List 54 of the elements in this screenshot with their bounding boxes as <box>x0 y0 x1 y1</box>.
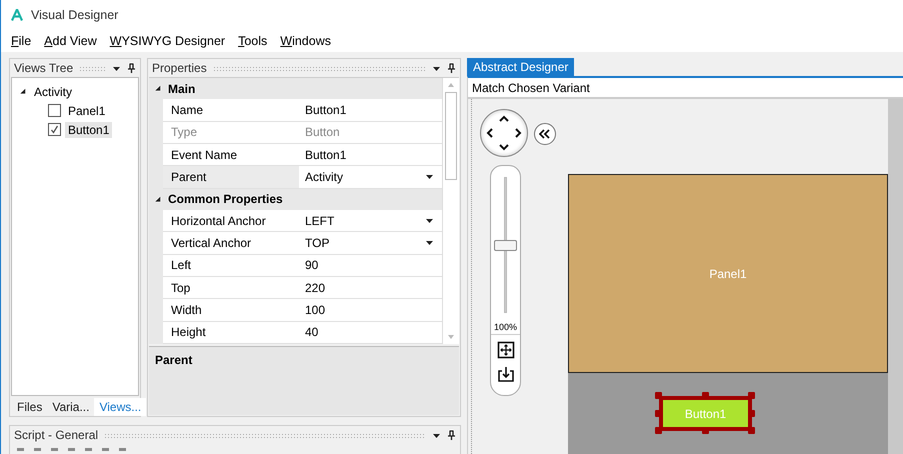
resize-handle[interactable] <box>655 410 662 416</box>
property-value: Button1 <box>305 102 346 117</box>
property-value: 220 <box>305 280 326 295</box>
category-label: Common Properties <box>168 192 283 206</box>
designer-tab[interactable]: Abstract Designer <box>467 58 574 76</box>
variant-dropdown[interactable]: Match Chosen Variant <box>468 78 903 99</box>
pane-title: Script - General <box>14 428 98 442</box>
description-title: Parent <box>155 353 192 367</box>
slider-thumb[interactable] <box>494 240 517 251</box>
pane-title: Properties <box>152 61 207 75</box>
property-value: 90 <box>305 258 318 272</box>
panel-tab[interactable]: Varia... <box>47 398 94 416</box>
checkbox[interactable] <box>48 123 61 136</box>
menu-item[interactable]: File <box>11 34 32 48</box>
collapse-icon[interactable] <box>155 196 162 203</box>
property-value: Activity <box>305 170 344 184</box>
property-value: Button1 <box>305 148 346 162</box>
category-label: Main <box>168 82 196 96</box>
window-title: Visual Designer <box>31 8 118 22</box>
collapse-icon[interactable] <box>155 85 162 92</box>
menu-item[interactable]: Windows <box>280 34 331 48</box>
property-value: 40 <box>305 325 318 340</box>
pan-control[interactable] <box>480 109 528 157</box>
pin-icon[interactable] <box>127 63 136 73</box>
tree-item[interactable]: Button1 <box>65 122 112 138</box>
property-name[interactable]: Parent <box>163 166 299 188</box>
property-value: 100 <box>305 302 326 317</box>
download-icon[interactable] <box>496 365 514 383</box>
tree-item[interactable]: Panel1 <box>65 102 108 118</box>
panel-tab[interactable]: Views... <box>94 398 146 416</box>
double-chevron-icon <box>539 129 551 139</box>
scrollbar[interactable] <box>442 78 459 344</box>
property-value: TOP <box>305 236 330 250</box>
collapse-button[interactable] <box>534 123 556 145</box>
app-logo-icon <box>11 9 23 21</box>
property-value: LEFT <box>305 214 334 228</box>
property-value: Button <box>305 125 340 140</box>
pin-icon[interactable] <box>447 63 456 73</box>
pin-icon[interactable] <box>447 430 456 440</box>
scrollbar-thumb[interactable] <box>445 92 457 180</box>
menu-item[interactable]: Add View <box>44 34 97 48</box>
resize-handle[interactable] <box>748 392 755 399</box>
tree-item[interactable]: Activity <box>31 84 76 100</box>
zoom-reading: 100% <box>491 322 520 335</box>
checkbox[interactable] <box>48 104 61 117</box>
menu-item[interactable]: WYSIWYG Designer <box>110 34 226 48</box>
fit-icon[interactable] <box>496 341 514 359</box>
menu-item[interactable]: Tools <box>238 34 268 48</box>
pane-title: Views Tree <box>14 61 74 75</box>
panel-tab[interactable]: Files <box>12 398 48 416</box>
resize-handle[interactable] <box>702 392 708 399</box>
resize-handle[interactable] <box>655 392 662 399</box>
collapse-icon[interactable] <box>20 88 27 95</box>
resize-handle[interactable] <box>655 427 662 434</box>
